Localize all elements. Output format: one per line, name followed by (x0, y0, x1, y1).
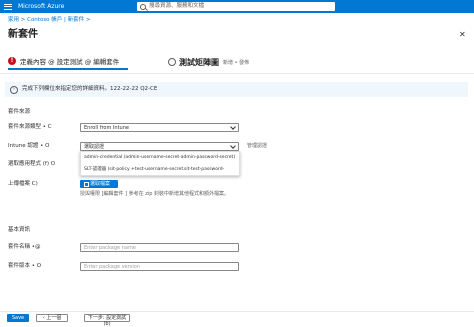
tab-define-content[interactable]: ! 定義內容 @ 設定測試 @ 編輯套件 (8, 56, 119, 66)
credential-dropdown: admin-credential (admin-username-secret-… (80, 151, 240, 176)
brand-name[interactable]: Microsoft Azure (18, 2, 64, 11)
next-button[interactable]: 下一步: 設定測試 (b) (84, 314, 130, 327)
error-icon: ! (8, 57, 16, 65)
source-type-label: 套件來源類型 • C (8, 124, 52, 130)
breadcrumb[interactable]: 家用 > Contoso 帳戶 | 新套件 > (8, 16, 91, 24)
upload-file-label: 上傳檔案 C) (8, 181, 38, 187)
tab-test-matrix-label: 測試矩陣圖 (179, 57, 219, 67)
previous-button[interactable]: ‹ 上一個 (36, 314, 68, 322)
package-version-label: 套件版本 • O (8, 263, 42, 269)
source-type-select[interactable]: Enroll from Intune (80, 123, 239, 132)
intune-credential-select[interactable]: 選取認證 (80, 142, 239, 151)
save-button[interactable]: Save (7, 314, 29, 322)
tab-define-content-label: 定義內容 @ 設定測試 @ 編輯套件 (20, 58, 120, 66)
info-banner: i 完成下列欄位來指定您的詳細資料。122-22-22 Q2-CE (5, 82, 468, 97)
dropdown-option[interactable]: SLT-認證器 (sit-policy +test-username-secre… (84, 166, 185, 173)
active-tab-indicator (8, 68, 128, 70)
search-icon (140, 3, 146, 10)
close-icon[interactable]: ✕ (459, 30, 466, 39)
package-name-placeholder: Enter package name (84, 245, 136, 251)
package-version-input[interactable]: Enter package version (80, 262, 239, 271)
footer-divider (0, 311, 474, 312)
chevron-down-icon (230, 143, 236, 149)
chevron-down-icon (230, 124, 236, 130)
section-basic-info: 基本資訊 (8, 227, 31, 233)
dropdown-option[interactable]: admin-credential (admin-username-secret-… (84, 154, 235, 161)
package-version-placeholder: Enter package version (84, 264, 141, 270)
top-bar: Microsoft Azure 搜尋資源、服務和文檔 (0, 0, 474, 13)
manage-credentials-link[interactable]: 管理認證 (247, 142, 267, 151)
info-text: 完成下列欄位來指定您的詳細資料。122-22-22 Q2-CE (22, 86, 158, 92)
search-input[interactable]: 搜尋資源、服務和文檔 (137, 2, 335, 11)
upload-icon (84, 182, 89, 187)
dropdown-option[interactable]: sit-test-password- (184, 166, 224, 173)
previous-button-label: 上一個 (46, 315, 62, 321)
step-circle-icon (168, 58, 176, 66)
upload-hint: 授與權限 [編輯套件 ] 參考在 zip 封裝中新增其他程式和額外檔案。 (80, 191, 230, 197)
divider (0, 73, 474, 74)
package-name-label: 套件名稱 •@ (8, 244, 41, 250)
hamburger-icon[interactable] (4, 2, 12, 11)
package-name-input[interactable]: Enter package name (80, 243, 239, 252)
source-type-value: Enroll from Intune (84, 125, 129, 131)
search-placeholder: 搜尋資源、服務和文檔 (149, 3, 205, 9)
intune-credential-value: 選取認證 (84, 144, 105, 150)
tab-test-matrix-sub: 新增 • 發佈 (223, 59, 250, 66)
intune-login-label: Intune 認證 • O (8, 143, 50, 149)
section-package-source: 套件來源 (8, 109, 31, 115)
select-file-label: 選取檔案 (90, 181, 111, 187)
tab-test-matrix[interactable]: 測試矩陣圖 新增 • 發佈 (168, 57, 249, 67)
select-file-button[interactable]: 選取檔案 (80, 180, 118, 188)
info-icon: i (10, 86, 18, 94)
page-title: 新套件 (8, 29, 38, 40)
select-app-label: 選取應用程式 (f) O (8, 161, 56, 167)
